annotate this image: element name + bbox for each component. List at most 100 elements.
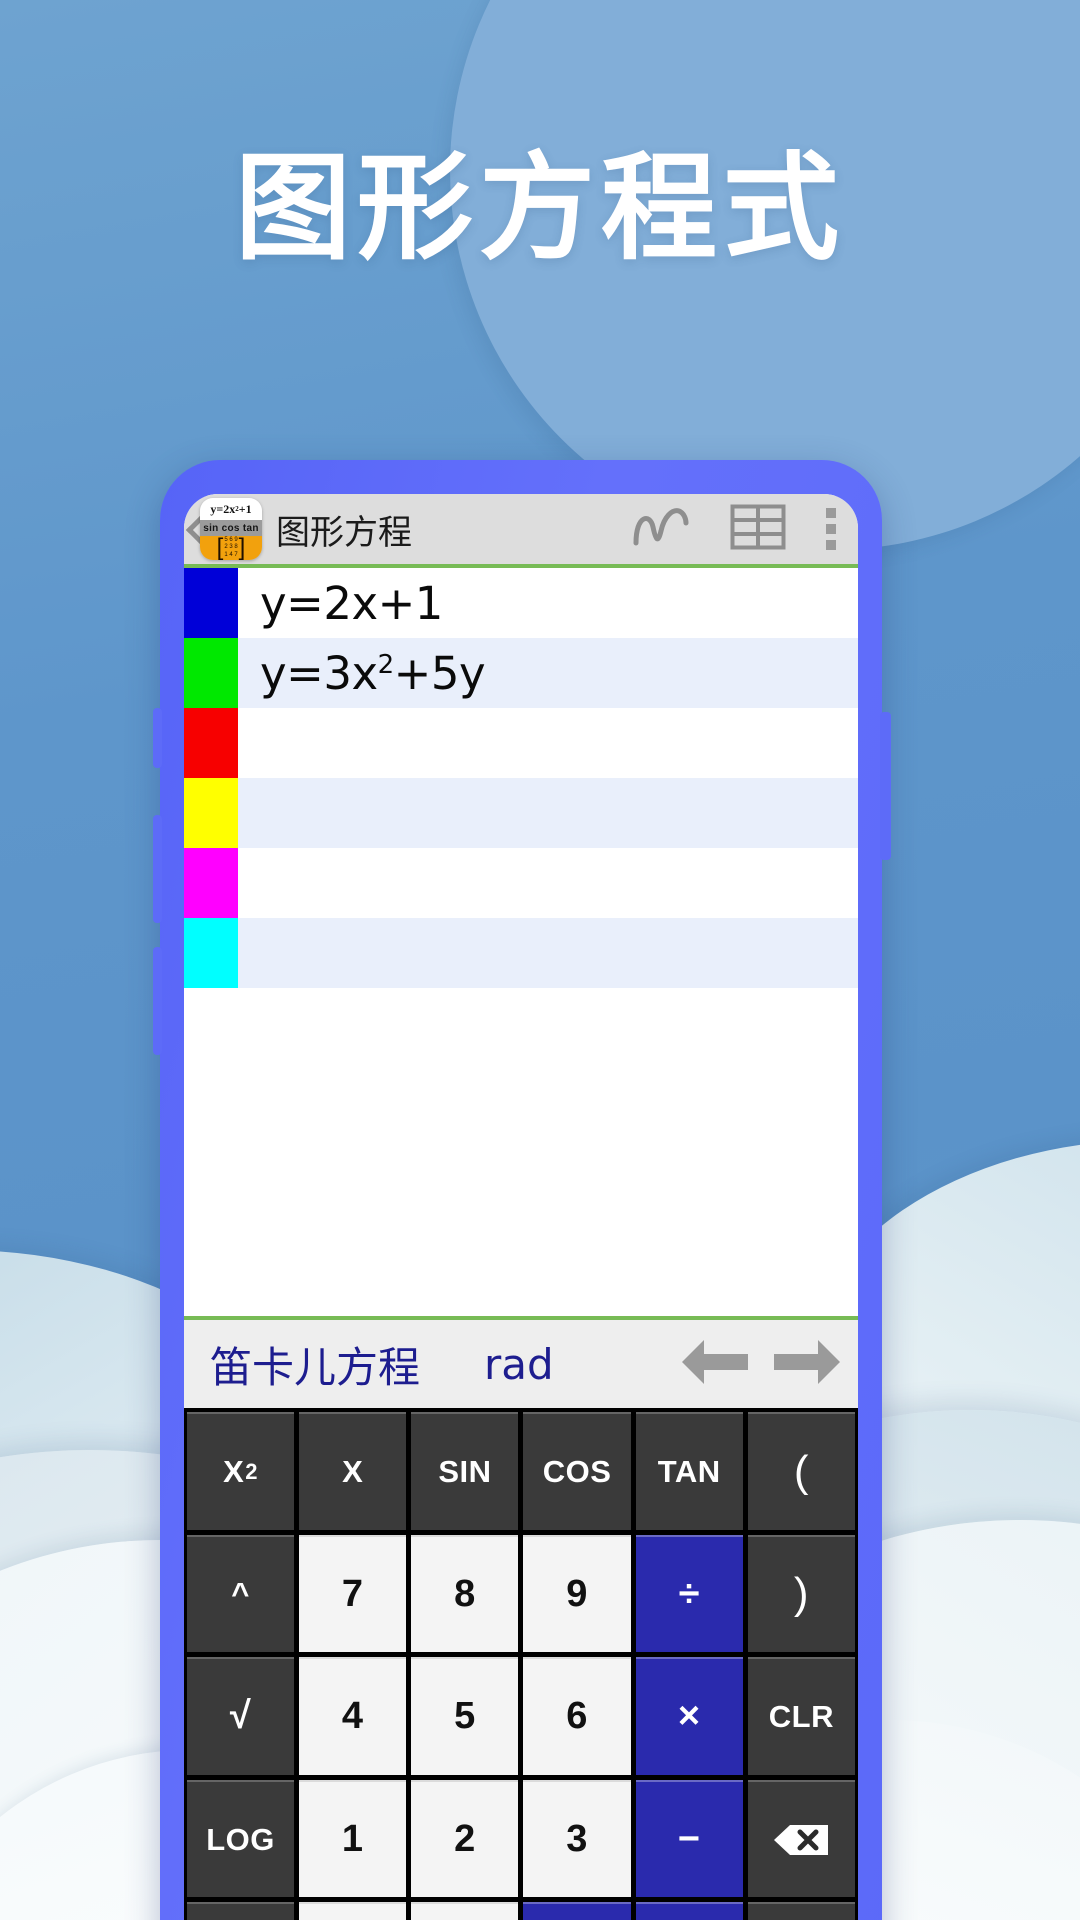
navigation-arrows (678, 1334, 850, 1395)
key-label: 9 (566, 1572, 588, 1615)
key-open-paren[interactable]: ( (747, 1412, 855, 1530)
equation-tail: +5y (393, 646, 486, 700)
equation-row[interactable] (184, 918, 858, 988)
graph-wave-icon[interactable] (632, 505, 690, 554)
prev-arrow-icon[interactable] (678, 1334, 752, 1395)
key-sin[interactable]: SIN (411, 1412, 519, 1530)
key-label: SIN (438, 1453, 492, 1489)
app-icon-matrix: [ 5 6 9 2 3 8 1 4 7 ] (200, 536, 262, 560)
app-icon-formula-tail: +1 (238, 501, 252, 516)
equation-text[interactable]: y=3x2+5y (238, 646, 486, 700)
phone-side-button-left-2 (153, 815, 162, 923)
key-label: 1 (341, 1818, 364, 1861)
key-y[interactable]: y (747, 1902, 855, 1920)
equation-row[interactable]: y=3x2+5y (184, 638, 858, 708)
app-icon-trig-label: sin cos tan (200, 520, 262, 537)
menu-dot (826, 508, 836, 518)
key-label: LOG (206, 1821, 275, 1857)
equation-list: y=2x+1 y=3x2+5y (184, 568, 858, 988)
key-tan[interactable]: TAN (635, 1412, 743, 1530)
graph-blank-area (184, 988, 858, 1316)
key-cos[interactable]: COS (523, 1412, 631, 1530)
equation-color-swatch[interactable] (184, 918, 238, 988)
key-label: ^ (231, 1576, 250, 1612)
equation-row[interactable] (184, 778, 858, 848)
key-divide[interactable]: ÷ (635, 1534, 743, 1653)
key-label: 3 (566, 1818, 588, 1861)
key-label: COS (542, 1453, 612, 1489)
key-9[interactable]: 9 (523, 1534, 631, 1653)
key-3[interactable]: 3 (523, 1779, 631, 1898)
key-label: − (677, 1818, 701, 1861)
matrix-row: 2 3 8 (224, 544, 238, 551)
status-strip: 笛卡儿方程 rad (184, 1316, 858, 1408)
key-x[interactable]: X (299, 1412, 407, 1530)
key-label: ) (793, 1569, 809, 1619)
key-log[interactable]: LOG (187, 1779, 295, 1898)
matrix-row: 5 6 9 (224, 536, 238, 543)
key-label: × (677, 1695, 701, 1738)
app-title: 图形方程 (276, 512, 412, 553)
equation-color-swatch[interactable] (184, 638, 238, 708)
calculator-keypad: X2X SIN COS TAN ( ^ 7 8 9 ÷) √ 4 5 6 × CLR LOG 1 2 3 − LN.0=+… (184, 1408, 858, 1920)
key-label: 2 (454, 1818, 476, 1861)
equation-color-swatch[interactable] (184, 778, 238, 848)
promo-screenshot: 图形方程式 y=2x 2 +1 sin cos tan [5 6 9 2 3 … (0, 0, 1080, 1920)
key-decimal[interactable]: . (299, 1902, 407, 1920)
matrix-bracket-left: [ (216, 534, 224, 560)
key-1[interactable]: 1 (299, 1779, 407, 1898)
promo-headline: 图形方程式 (235, 141, 845, 276)
coordinate-mode-label[interactable]: 笛卡儿方程 (210, 1334, 420, 1395)
key-x-squared[interactable]: X2 (187, 1412, 295, 1530)
app-bar: y=2x 2 +1 sin cos tan [ 5 6 9 2 3 8 1 4 7 … (184, 494, 858, 568)
app-icon-formula-base: y=2x (210, 501, 236, 516)
key-label: √ (229, 1695, 252, 1738)
key-equals[interactable]: = (523, 1902, 631, 1920)
phone-screen: y=2x 2 +1 sin cos tan [ 5 6 9 2 3 8 1 4 7 … (184, 494, 858, 1920)
key-2[interactable]: 2 (411, 1779, 519, 1898)
key-power[interactable]: ^ (187, 1534, 295, 1653)
equation-row[interactable] (184, 848, 858, 918)
key-clear[interactable]: CLR (747, 1657, 855, 1775)
key-0[interactable]: 0 (411, 1902, 519, 1920)
key-ln[interactable]: LN (187, 1902, 295, 1920)
key-label: TAN (657, 1453, 721, 1489)
key-multiply[interactable]: × (635, 1657, 743, 1775)
key-5[interactable]: 5 (411, 1657, 519, 1775)
key-label: 7 (341, 1572, 364, 1615)
menu-dot (826, 540, 836, 550)
key-7[interactable]: 7 (299, 1534, 407, 1653)
key-label: ÷ (678, 1572, 700, 1615)
phone-mockup: y=2x 2 +1 sin cos tan [ 5 6 9 2 3 8 1 4 7 … (153, 460, 891, 1920)
phone-side-button-left-3 (153, 947, 162, 1055)
key-8[interactable]: 8 (411, 1534, 519, 1653)
key-sqrt[interactable]: √ (187, 1657, 295, 1775)
matrix-row: 1 4 7 (224, 551, 238, 558)
app-bar-actions (632, 504, 858, 555)
overflow-menu-icon[interactable] (826, 508, 836, 550)
key-minus[interactable]: − (635, 1779, 743, 1898)
equation-row[interactable] (184, 708, 858, 778)
equation-color-swatch[interactable] (184, 708, 238, 778)
app-icon-formula: y=2x 2 +1 (200, 498, 262, 521)
key-6[interactable]: 6 (523, 1657, 631, 1775)
equation-color-swatch[interactable] (184, 848, 238, 918)
equation-color-swatch[interactable] (184, 568, 238, 638)
angle-unit-label[interactable]: rad (484, 1340, 554, 1389)
equation-base: y=3x (260, 646, 378, 700)
equation-text[interactable]: y=2x+1 (238, 577, 443, 630)
key-label: 5 (454, 1695, 476, 1738)
matrix-bracket-right: ] (238, 534, 246, 560)
key-plus[interactable]: + (635, 1902, 743, 1920)
phone-side-button-left-1 (153, 708, 162, 768)
app-launcher-icon: y=2x 2 +1 sin cos tan [ 5 6 9 2 3 8 1 4 7 … (200, 498, 262, 560)
key-label: X (223, 1453, 245, 1489)
key-backspace[interactable] (747, 1779, 855, 1898)
key-4[interactable]: 4 (299, 1657, 407, 1775)
equation-exponent: 2 (377, 649, 395, 680)
next-arrow-icon[interactable] (770, 1334, 844, 1395)
key-close-paren[interactable]: ) (747, 1534, 855, 1653)
equation-row[interactable]: y=2x+1 (184, 568, 858, 638)
key-label: 8 (454, 1572, 476, 1615)
table-icon[interactable] (730, 504, 786, 555)
